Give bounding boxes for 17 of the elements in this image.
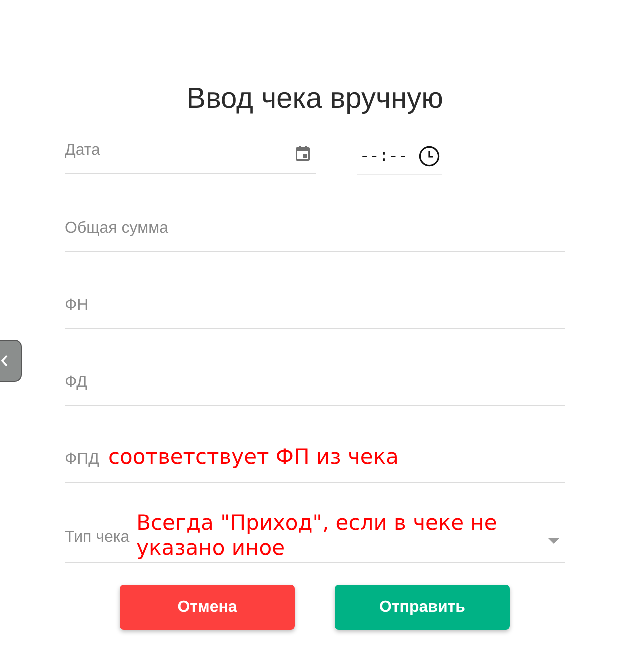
- text-field[interactable]: ФПД: [65, 450, 100, 470]
- date-field[interactable]: Дата: [65, 141, 288, 161]
- text-field[interactable]: ФД: [65, 373, 565, 393]
- annotation-text: Всегда "Приход", если в чеке не указано иное: [136, 511, 498, 561]
- cancel-button[interactable]: Отмена: [120, 585, 295, 630]
- caret-icon[interactable]: [548, 538, 560, 544]
- clock-icon[interactable]: [419, 146, 440, 167]
- select-field[interactable]: Тип чека: [65, 528, 130, 548]
- calendar-icon[interactable]: [296, 146, 310, 161]
- annotation-text: соответствует ФП из чека: [108, 445, 399, 470]
- dialog-title: Ввод чека вручную: [186, 82, 444, 117]
- text-field[interactable]: ФН: [65, 296, 565, 316]
- time-field[interactable]: --:--: [357, 125, 442, 175]
- submit-button[interactable]: Отправить: [335, 585, 510, 630]
- chevron-left-icon: [1, 355, 8, 367]
- text-field[interactable]: Общая сумма: [65, 219, 565, 239]
- collapse-button[interactable]: [0, 340, 22, 382]
